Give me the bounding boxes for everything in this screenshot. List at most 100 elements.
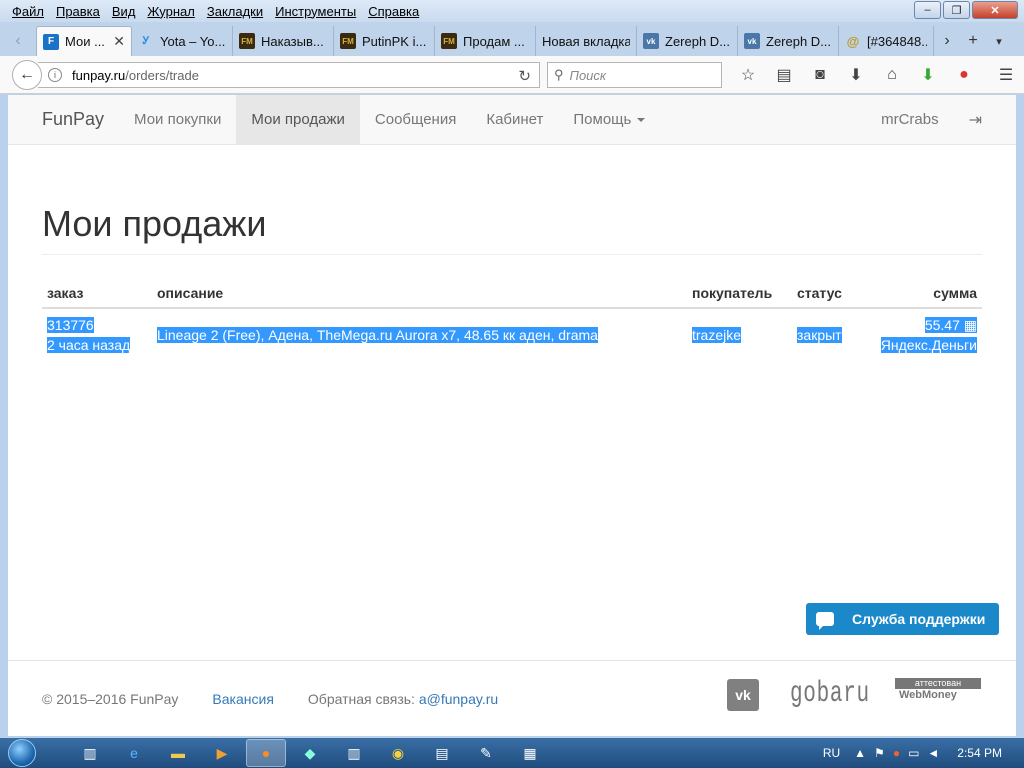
order-id[interactable]: 313776 bbox=[47, 317, 94, 333]
tab-list-icon[interactable]: ▾ bbox=[986, 26, 1012, 56]
chat-bubble-icon bbox=[816, 612, 834, 630]
menu-edit[interactable]: Правка bbox=[50, 4, 106, 19]
footer-vacancy-link[interactable]: Вакансия bbox=[212, 691, 273, 707]
taskbar-calculator-icon[interactable]: ▦ bbox=[510, 739, 550, 767]
menu-tools[interactable]: Инструменты bbox=[269, 4, 362, 19]
caret-down-icon bbox=[637, 117, 646, 122]
windows-logo-icon bbox=[8, 739, 36, 767]
tab-bar: ‹ F Мои ... ✕ Ꭹ Yota – Yo... FM Наказыв.… bbox=[0, 22, 1024, 56]
new-tab-icon[interactable]: + bbox=[960, 26, 986, 56]
taskbar-app-shield-icon[interactable]: ◆ bbox=[290, 739, 330, 767]
fm-favicon-icon: FM bbox=[340, 33, 356, 49]
header-order: заказ bbox=[42, 279, 152, 309]
footer-feedback-email[interactable]: a@funpay.ru bbox=[419, 691, 498, 707]
buyer-cell: trazejke bbox=[687, 308, 792, 361]
nav-my-sales[interactable]: Мои продажи bbox=[236, 95, 360, 144]
language-indicator[interactable]: RU bbox=[823, 746, 840, 760]
header-status: статус bbox=[792, 279, 867, 309]
taskbar-chrome-icon[interactable]: ◉ bbox=[378, 739, 418, 767]
menu-view[interactable]: Вид bbox=[106, 4, 142, 19]
maximize-button[interactable]: ❐ bbox=[943, 1, 970, 19]
taskbar-firefox-icon[interactable]: ● bbox=[246, 739, 286, 767]
tab-ticket[interactable]: @ [#364848... bbox=[839, 26, 934, 56]
hamburger-menu-icon[interactable]: ☰ bbox=[988, 63, 1024, 87]
webmoney-badge-bottom: WebMoney bbox=[899, 689, 957, 701]
tab-nakazyv[interactable]: FM Наказыв... bbox=[233, 26, 334, 56]
tab-yota[interactable]: Ꭹ Yota – Yo... bbox=[132, 26, 233, 56]
tray-app-icon[interactable]: ● bbox=[893, 746, 900, 760]
vk-favicon-icon: vk bbox=[744, 33, 760, 49]
site-info-icon[interactable]: i bbox=[48, 68, 62, 82]
support-chat-button[interactable]: Служба поддержки bbox=[806, 603, 999, 635]
tray-expand-icon[interactable]: ▲ bbox=[854, 746, 866, 760]
menu-bookmarks[interactable]: Закладки bbox=[201, 4, 269, 19]
url-host: funpay.ru bbox=[72, 67, 126, 83]
search-input[interactable]: ⚲ Поиск bbox=[547, 62, 722, 88]
vk-favicon-icon: vk bbox=[643, 33, 659, 49]
taskbar-app-film-icon[interactable]: ▥ bbox=[70, 739, 110, 767]
tab-scroll-right-icon[interactable]: › bbox=[934, 26, 960, 56]
menu-history[interactable]: Журнал bbox=[141, 4, 200, 19]
site-brand[interactable]: FunPay bbox=[8, 95, 119, 144]
url-bar[interactable]: i funpay.ru/orders/trade ↻ bbox=[38, 62, 540, 88]
nav-user[interactable]: mrCrabs bbox=[866, 95, 954, 144]
gobaru-logo[interactable]: gobaru bbox=[790, 677, 870, 711]
footer-copyright: © 2015–2016 FunPay bbox=[42, 690, 179, 707]
start-button[interactable] bbox=[0, 738, 44, 768]
tab-close-icon[interactable]: ✕ bbox=[113, 33, 125, 50]
amount-cell: 55.47 ▦ Яндекс.Деньги bbox=[867, 308, 982, 361]
webmoney-badge[interactable]: аттестован WebMoney bbox=[895, 678, 981, 704]
tab-scroll-left-icon[interactable]: ‹ bbox=[0, 26, 36, 56]
footer-feedback-label: Обратная связь: bbox=[307, 690, 415, 707]
tab-label: [#364848... bbox=[867, 33, 927, 49]
taskbar-app-video-icon[interactable]: ▥ bbox=[334, 739, 374, 767]
nav-help-label: Помощь bbox=[573, 111, 632, 128]
nav-messages[interactable]: Сообщения bbox=[360, 95, 471, 144]
tab-label: Zereph D... bbox=[766, 33, 832, 49]
taskbar-clock[interactable]: 2:54 PM bbox=[957, 746, 1002, 760]
taskbar-ie-icon[interactable]: e bbox=[114, 739, 154, 767]
tab-zereph-1[interactable]: vk Zereph D... bbox=[637, 26, 738, 56]
back-button[interactable]: ← bbox=[12, 60, 42, 90]
taskbar-media-player-icon[interactable]: ▶ bbox=[202, 739, 242, 767]
order-amount-value: 55.47 bbox=[924, 317, 960, 333]
nav-my-purchases[interactable]: Мои покупки bbox=[119, 95, 236, 144]
logout-icon[interactable]: ⇥ bbox=[954, 95, 1016, 144]
menu-file[interactable]: Файл bbox=[6, 4, 50, 19]
minimize-button[interactable]: ‒ bbox=[914, 1, 941, 19]
home-icon[interactable]: ⌂ bbox=[874, 63, 910, 87]
tab-zereph-2[interactable]: vk Zereph D... bbox=[738, 26, 839, 56]
download-icon[interactable]: ⬇ bbox=[838, 63, 874, 87]
menu-help[interactable]: Справка bbox=[362, 4, 425, 19]
bookmarks-list-icon[interactable]: ▤ bbox=[766, 63, 802, 87]
tab-label: Zereph D... bbox=[665, 33, 731, 49]
download-helper-icon[interactable]: ⬇ bbox=[910, 63, 946, 87]
fm-favicon-icon: FM bbox=[239, 33, 255, 49]
description-cell: Lineage 2 (Free), Адена, TheMega.ru Auro… bbox=[152, 308, 687, 361]
taskbar-notepad-icon[interactable]: ▤ bbox=[422, 739, 462, 767]
nav-cabinet[interactable]: Кабинет bbox=[471, 95, 558, 144]
header-description: описание bbox=[152, 279, 687, 309]
yota-favicon-icon: Ꭹ bbox=[142, 35, 150, 47]
taskbar-paint-icon[interactable]: ✎ bbox=[466, 739, 506, 767]
tab-new-tab[interactable]: Новая вкладка bbox=[536, 26, 637, 56]
orders-table: заказ описание покупатель статус сумма 3… bbox=[42, 279, 982, 361]
action-center-flag-icon[interactable]: ⚑ bbox=[874, 746, 885, 760]
addon-icon[interactable]: ● bbox=[946, 63, 982, 87]
tab-label: Мои ... bbox=[65, 34, 105, 49]
windows-taskbar: ▥ e ▬ ▶ ● ◆ ▥ ◉ ▤ ✎ ▦ RU ▲ ⚑ ● ▭ ◄ 2:54 … bbox=[0, 738, 1024, 768]
nav-help[interactable]: Помощь bbox=[558, 95, 660, 144]
tab-prodam[interactable]: FM Продам ... bbox=[435, 26, 536, 56]
volume-icon[interactable]: ◄ bbox=[927, 746, 939, 760]
close-window-button[interactable]: ✕ bbox=[972, 1, 1018, 19]
order-description: Lineage 2 (Free), Адена, TheMega.ru Auro… bbox=[157, 327, 598, 343]
tab-putinpk[interactable]: FM PutinPK i... bbox=[334, 26, 435, 56]
taskbar-explorer-icon[interactable]: ▬ bbox=[158, 739, 198, 767]
pocket-icon[interactable]: ◙ bbox=[802, 63, 838, 87]
tab-funpay[interactable]: F Мои ... ✕ bbox=[36, 26, 132, 56]
table-row[interactable]: 313776 2 часа назад Lineage 2 (Free), Ад… bbox=[42, 308, 982, 361]
reload-icon[interactable]: ↻ bbox=[518, 67, 531, 85]
bookmark-star-icon[interactable]: ☆ bbox=[730, 63, 766, 87]
vk-logo-icon[interactable]: vk bbox=[727, 679, 759, 711]
network-icon[interactable]: ▭ bbox=[908, 746, 919, 760]
